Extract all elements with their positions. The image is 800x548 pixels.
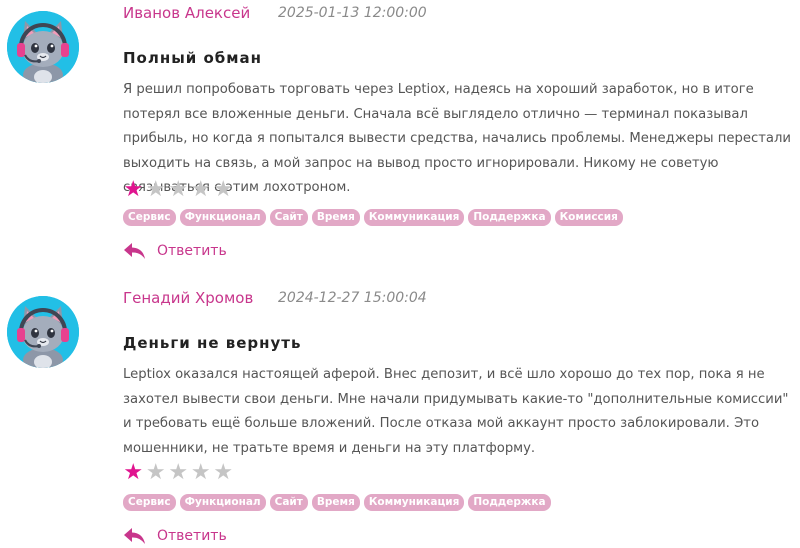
star-icon: ★ — [168, 177, 189, 202]
star-icon: ★ — [213, 177, 234, 202]
cat-gamer-avatar-icon — [7, 11, 79, 83]
tag[interactable]: Функционал — [179, 209, 266, 226]
reply-label: Ответить — [157, 243, 227, 259]
star-icon: ★ — [123, 460, 144, 485]
tag[interactable]: Коммуникация — [363, 209, 465, 226]
reply-arrow-icon — [124, 243, 145, 259]
tag[interactable]: Сайт — [269, 494, 308, 511]
review-body: Leptiox оказался настоящей аферой. Внес … — [123, 367, 789, 456]
tag-list: Сервис Функционал Сайт Время Коммуникаци… — [123, 209, 623, 226]
tag[interactable]: Поддержка — [468, 209, 551, 226]
reply-arrow-icon — [124, 528, 145, 544]
star-icon: ★ — [190, 460, 211, 485]
tag[interactable]: Комиссия — [554, 209, 623, 226]
tag[interactable]: Сервис — [123, 494, 176, 511]
cat-gamer-avatar-icon — [7, 296, 79, 368]
review-item: Иванов Алексей 2025-01-13 12:00:00 Полны… — [0, 0, 800, 270]
reply-label: Ответить — [157, 528, 227, 544]
review-author: Иванов Алексей — [123, 4, 251, 22]
reply-button[interactable]: Ответить — [123, 527, 227, 545]
rating-stars: ★ ★ ★ ★ ★ — [122, 179, 235, 201]
tag[interactable]: Поддержка — [468, 494, 551, 511]
tag[interactable]: Время — [311, 209, 360, 226]
review-author: Генадий Хромов — [123, 289, 254, 307]
review-title: Полный обман — [123, 49, 263, 67]
tag[interactable]: Время — [311, 494, 360, 511]
star-icon: ★ — [213, 460, 234, 485]
review-date: 2025-01-13 12:00:00 — [278, 5, 427, 21]
tag[interactable]: Коммуникация — [363, 494, 465, 511]
avatar — [7, 11, 79, 83]
star-icon: ★ — [168, 460, 189, 485]
star-icon: ★ — [190, 177, 211, 202]
star-icon: ★ — [123, 177, 144, 202]
review-item: Генадий Хромов 2024-12-27 15:00:04 Деньг… — [0, 285, 800, 548]
tag[interactable]: Сервис — [123, 209, 176, 226]
tag[interactable]: Функционал — [179, 494, 266, 511]
tag[interactable]: Сайт — [269, 209, 308, 226]
rating-stars: ★ ★ ★ ★ ★ — [122, 462, 235, 484]
review-date: 2024-12-27 15:00:04 — [278, 290, 427, 306]
star-icon: ★ — [145, 460, 166, 485]
tag-list: Сервис Функционал Сайт Время Коммуникаци… — [123, 494, 551, 511]
avatar — [7, 296, 79, 368]
reply-button[interactable]: Ответить — [123, 242, 227, 260]
review-title: Деньги не вернуть — [123, 334, 302, 352]
star-icon: ★ — [145, 177, 166, 202]
